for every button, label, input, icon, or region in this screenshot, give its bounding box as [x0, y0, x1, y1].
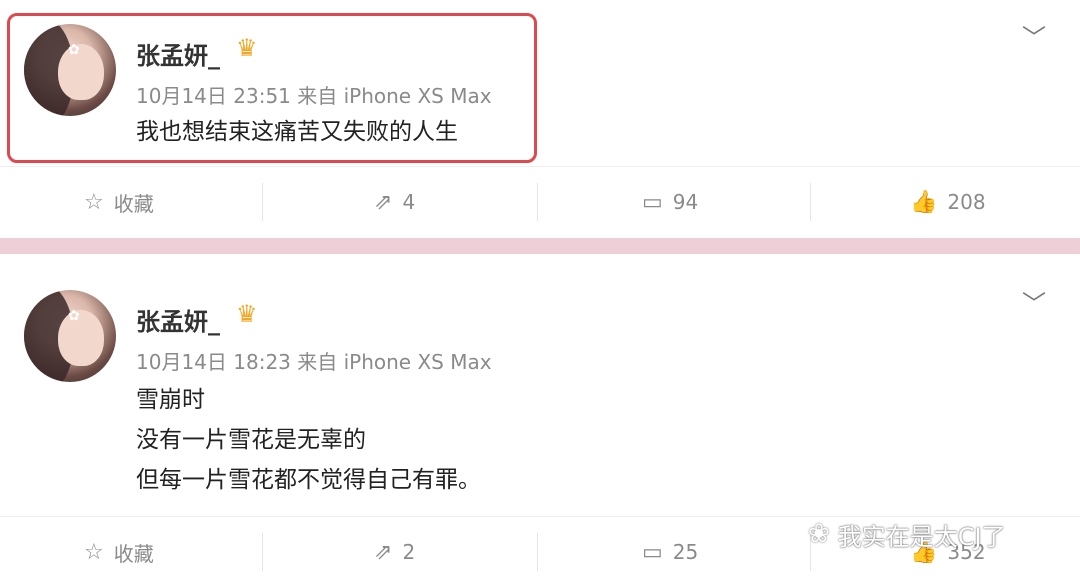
favorite-label: 收藏 [113, 191, 154, 216]
post-text-line: 雪崩时 [136, 387, 205, 413]
post-text-line: 我也想结束这痛苦又失败的人生 [136, 119, 458, 145]
watermark: ❀ 我实在是太CJ了 [808, 512, 1006, 556]
username[interactable]: 张孟妍_ [136, 302, 220, 337]
post-text-line: 没有一片雪花是无辜的 [136, 427, 366, 453]
wechat-icon: ❀ [808, 519, 830, 549]
comment-count: 94 [672, 190, 699, 214]
thumbs-up-icon: 👍 [910, 189, 938, 215]
action-bar: ☆ 收藏 ⇗ 4 ▭ 94 👍 208 [0, 166, 1080, 237]
star-icon: ☆ [84, 189, 104, 215]
post-divider [0, 238, 1080, 254]
repost-count: 2 [402, 540, 416, 564]
repost-count: 4 [402, 190, 416, 214]
comment-count: 25 [672, 540, 699, 564]
comment-button[interactable]: ▭ 94 [642, 167, 698, 237]
watermark-text: 我实在是太CJ了 [837, 522, 1006, 551]
like-button[interactable]: 👍 208 [910, 167, 986, 237]
comment-button[interactable]: ▭ 25 [642, 517, 698, 587]
avatar[interactable]: ✿ [24, 290, 116, 382]
avatar[interactable]: ✿ [24, 24, 116, 116]
crown-icon: ♛ [236, 34, 258, 62]
post-1: ✿ 张孟妍_ ♛ 10月14日 23:51 来自 iPhone XS Max 我… [0, 0, 1080, 238]
favorite-button[interactable]: ☆ 收藏 [84, 517, 154, 587]
share-icon: ⇗ [374, 539, 393, 565]
comment-icon: ▭ [642, 189, 663, 215]
share-icon: ⇗ [374, 189, 393, 215]
post-text-line: 但每一片雪花都不觉得自己有罪。 [136, 467, 481, 493]
favorite-label: 收藏 [113, 541, 154, 566]
repost-button[interactable]: ⇗ 4 [374, 167, 415, 237]
timestamp: 10月14日 23:51 来自 iPhone XS Max [136, 84, 492, 108]
repost-button[interactable]: ⇗ 2 [374, 517, 415, 587]
favorite-button[interactable]: ☆ 收藏 [84, 167, 154, 237]
crown-icon: ♛ [236, 300, 258, 328]
comment-icon: ▭ [642, 539, 663, 565]
chevron-down-icon[interactable]: ﹀ [1022, 284, 1046, 319]
username[interactable]: 张孟妍_ [136, 36, 220, 71]
star-icon: ☆ [84, 539, 104, 565]
like-count: 208 [947, 190, 986, 214]
chevron-down-icon[interactable]: ﹀ [1022, 18, 1046, 53]
timestamp: 10月14日 18:23 来自 iPhone XS Max [136, 350, 492, 374]
